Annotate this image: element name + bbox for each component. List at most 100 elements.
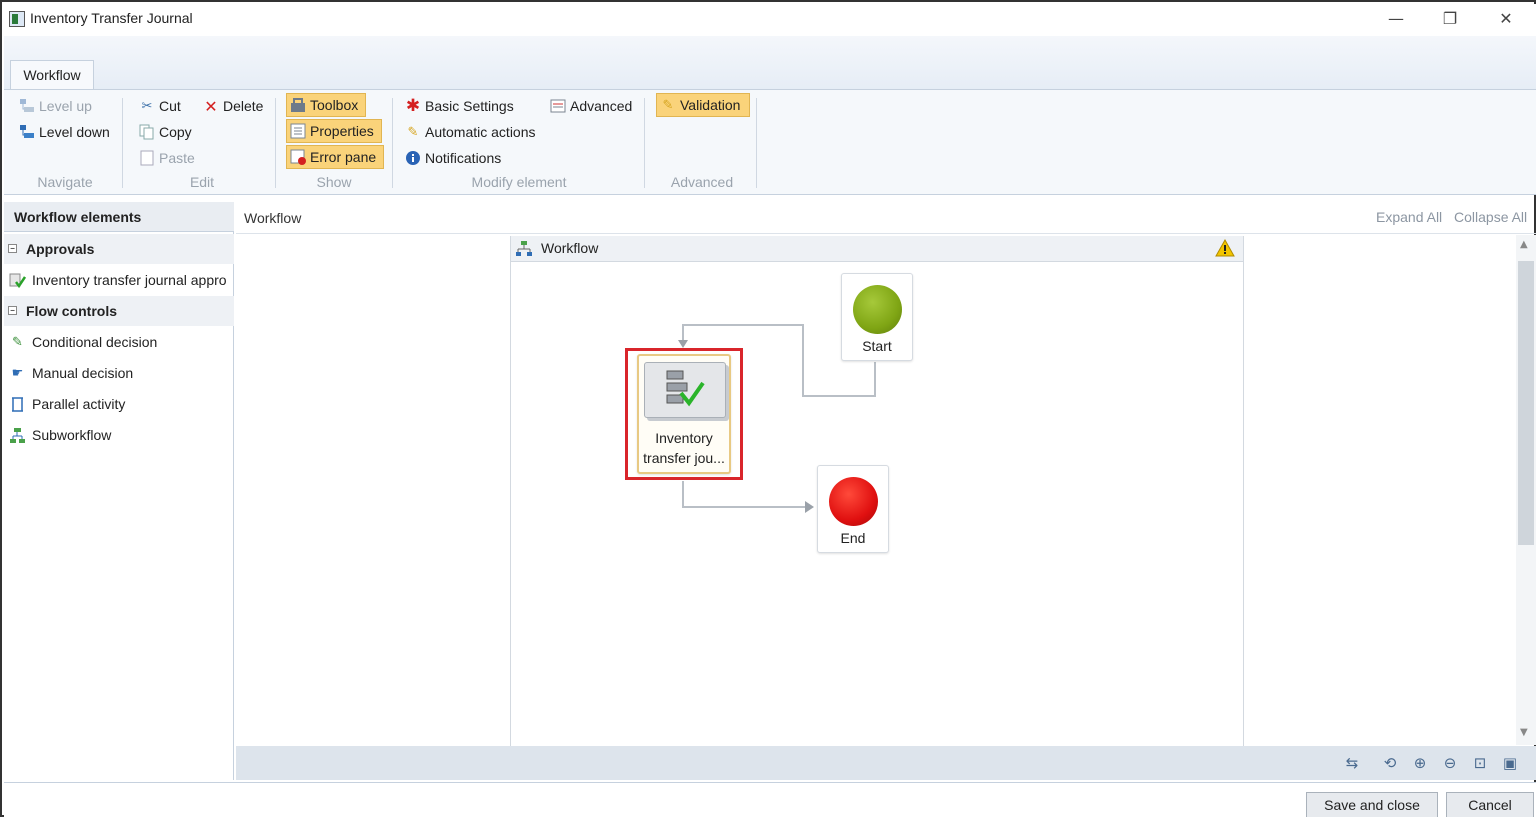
zoom-reset-icon[interactable]: ⟲ <box>1380 753 1400 773</box>
validation-icon: ✎ <box>662 97 674 113</box>
ribbon-separator <box>756 98 757 188</box>
app-icon <box>9 11 25 27</box>
approval-node[interactable]: Inventory transfer jou... <box>637 354 731 474</box>
close-button[interactable]: ✕ <box>1492 8 1520 32</box>
level-up-icon <box>19 98 35 114</box>
approval-label-line2: transfer jou... <box>643 450 725 466</box>
end-label: End <box>840 530 866 546</box>
title-bar: Inventory Transfer Journal — ❐ ✕ <box>4 4 1536 36</box>
level-up-label: Level up <box>39 98 92 114</box>
subworkflow-icon <box>9 427 26 444</box>
cut-button[interactable]: ✂ Cut <box>136 94 184 118</box>
automatic-actions-label: Automatic actions <box>425 124 536 140</box>
advanced-settings-button[interactable]: Advanced <box>547 94 635 118</box>
tab-workflow[interactable]: Workflow <box>10 60 94 90</box>
start-circle <box>853 285 902 334</box>
group-label-modify-element: Modify element <box>471 174 567 190</box>
end-node[interactable]: End <box>817 465 889 553</box>
copy-button[interactable]: Copy <box>136 120 195 144</box>
notifications-label: Notifications <box>425 150 502 166</box>
properties-toggle[interactable]: Properties <box>286 119 382 143</box>
designer-canvas[interactable]: Workflow Start End Inventory transfer jo… <box>236 235 1516 746</box>
element-inventory-transfer-approval[interactable]: Inventory transfer journal appro <box>4 265 234 295</box>
scroll-up-icon[interactable]: ▲ <box>1520 239 1528 250</box>
cut-label: Cut <box>159 98 181 114</box>
element-subworkflow[interactable]: Subworkflow <box>4 420 234 450</box>
level-down-label: Level down <box>39 124 110 140</box>
cancel-button[interactable]: Cancel <box>1446 792 1534 817</box>
basic-settings-label: Basic Settings <box>425 98 514 114</box>
ribbon-tab-strip: Workflow <box>4 36 1536 90</box>
start-node[interactable]: Start <box>841 273 913 361</box>
window-frame: Inventory Transfer Journal — ❐ ✕ Workflo… <box>0 0 1536 817</box>
validation-label: Validation <box>680 97 741 113</box>
copy-label: Copy <box>159 124 192 140</box>
advanced-settings-label: Advanced <box>570 98 633 114</box>
conditional-decision-icon: ✎ <box>12 335 23 350</box>
group-label-navigate: Navigate <box>37 174 93 190</box>
designer-title: Workflow <box>244 210 302 226</box>
collapse-icon[interactable]: − <box>8 306 17 315</box>
group-approvals-label: Approvals <box>26 241 95 257</box>
canvas-toolbar: ⇆ ⟲ ⊕ ⊖ ⊡ ▣ <box>236 746 1536 780</box>
layout-icon[interactable]: ⇆ <box>1342 753 1362 773</box>
validation-toggle[interactable]: ✎ Validation <box>656 93 750 117</box>
error-pane-label: Error pane <box>310 149 377 165</box>
actual-size-icon[interactable]: ▣ <box>1500 753 1520 773</box>
scroll-down-icon[interactable]: ▼ <box>1520 727 1528 738</box>
paste-button[interactable]: Paste <box>136 146 198 170</box>
error-pane-icon <box>290 149 306 165</box>
dialog-footer: Save and close Cancel <box>4 782 1536 817</box>
ribbon-separator <box>122 98 123 188</box>
ribbon-separator <box>275 98 276 188</box>
fit-to-screen-icon[interactable]: ⊡ <box>1470 753 1490 773</box>
level-down-icon <box>19 124 35 140</box>
group-label-edit: Edit <box>189 174 215 190</box>
designer-header: Workflow Expand All Collapse All <box>236 202 1536 234</box>
basic-settings-button[interactable]: ✱ Basic Settings <box>402 94 517 118</box>
group-flow-controls[interactable]: − Flow controls <box>4 296 234 326</box>
element-manual-decision[interactable]: ☛ Manual decision <box>4 358 234 388</box>
save-and-close-button[interactable]: Save and close <box>1306 792 1438 817</box>
minimize-button[interactable]: — <box>1382 8 1410 32</box>
approval-label-line1: Inventory <box>655 430 713 446</box>
level-up-button[interactable]: Level up <box>16 94 95 118</box>
element-label: Conditional decision <box>32 334 158 350</box>
parallel-activity-icon <box>9 396 26 413</box>
toolbox-toggle[interactable]: Toolbox <box>286 93 366 117</box>
element-parallel-activity[interactable]: Parallel activity <box>4 389 234 419</box>
ribbon-separator <box>392 98 393 188</box>
automatic-actions-button[interactable]: ✎ Automatic actions <box>402 120 539 144</box>
level-down-button[interactable]: Level down <box>16 120 113 144</box>
copy-icon <box>139 124 155 140</box>
ribbon-separator <box>644 98 645 188</box>
error-pane-toggle[interactable]: Error pane <box>286 145 384 169</box>
collapse-all-link[interactable]: Collapse All <box>1454 209 1527 225</box>
group-label-advanced: Advanced <box>670 174 734 190</box>
group-approvals[interactable]: − Approvals <box>4 234 234 264</box>
element-label: Manual decision <box>32 365 134 381</box>
info-icon <box>405 150 421 166</box>
zoom-out-icon[interactable]: ⊖ <box>1440 753 1460 773</box>
start-label: Start <box>862 338 892 354</box>
advanced-settings-icon <box>550 98 566 114</box>
delete-icon: ✕ <box>204 96 218 116</box>
scroll-thumb[interactable] <box>1518 261 1534 545</box>
notifications-button[interactable]: Notifications <box>402 146 504 170</box>
paste-label: Paste <box>159 150 195 166</box>
properties-label: Properties <box>310 123 374 139</box>
zoom-in-icon[interactable]: ⊕ <box>1410 753 1430 773</box>
approval-icon <box>9 272 27 289</box>
end-circle <box>829 477 878 526</box>
group-label-show: Show <box>316 174 352 190</box>
collapse-icon[interactable]: − <box>8 244 17 253</box>
element-conditional-decision[interactable]: ✎ Conditional decision <box>4 327 234 357</box>
restore-button[interactable]: ❐ <box>1436 8 1464 32</box>
workflow-container: Workflow Start End Inventory transfer jo… <box>510 236 1244 746</box>
scissors-icon: ✂ <box>141 98 153 114</box>
delete-button[interactable]: ✕ Delete <box>200 94 266 118</box>
vertical-scrollbar[interactable]: ▲ ▼ <box>1516 235 1536 745</box>
approval-icon <box>666 370 705 407</box>
expand-all-link[interactable]: Expand All <box>1376 209 1442 225</box>
approval-node-icon <box>644 362 726 418</box>
